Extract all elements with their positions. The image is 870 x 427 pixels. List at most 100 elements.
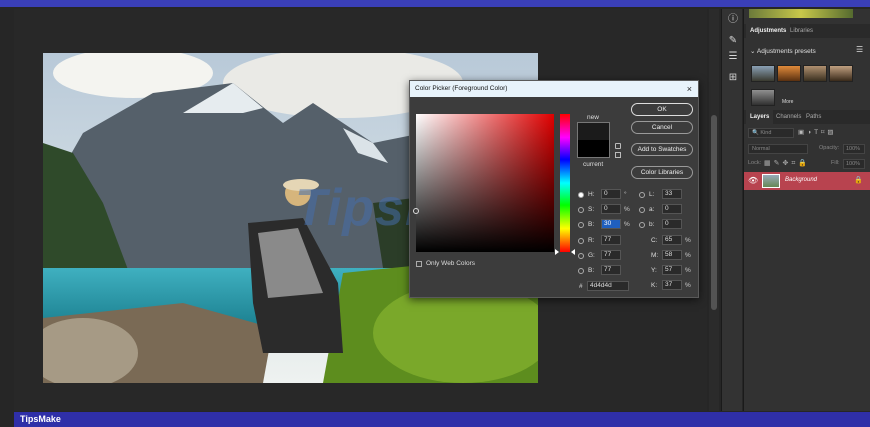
a-input[interactable]: 0: [662, 204, 682, 214]
magenta-unit: %: [685, 252, 691, 259]
radio-red[interactable]: [578, 238, 584, 244]
cyan-input[interactable]: 65: [662, 235, 682, 245]
cyan-unit: %: [685, 237, 691, 244]
tab-layers[interactable]: Layers: [746, 110, 774, 124]
new-label: new: [587, 114, 599, 121]
only-web-colors-label: Only Web Colors: [426, 260, 476, 267]
radio-a[interactable]: [639, 207, 645, 213]
magenta-label: M:: [651, 252, 659, 259]
yellow-label: Y:: [651, 267, 657, 274]
dialog-titlebar: Color Picker (Foreground Color) ×: [410, 81, 698, 97]
blue-input[interactable]: 77: [601, 265, 621, 275]
top-thumbnail: [749, 9, 853, 18]
red-label: R:: [588, 237, 595, 244]
lock-label: Lock:: [748, 160, 762, 166]
visibility-eye-icon[interactable]: 👁: [748, 176, 758, 185]
color-field[interactable]: [413, 114, 554, 252]
b-lab-label: b:: [649, 221, 655, 228]
opacity-field[interactable]: 100%: [843, 144, 865, 154]
close-icon[interactable]: ×: [687, 81, 692, 97]
brightness-input[interactable]: 30: [601, 219, 621, 229]
black-unit: %: [685, 282, 691, 289]
green-label: G:: [588, 252, 595, 259]
radio-saturation[interactable]: [578, 207, 584, 213]
saturation-input[interactable]: 0: [601, 204, 621, 214]
black-input[interactable]: 37: [662, 280, 682, 290]
preset-thumb-1[interactable]: [751, 65, 775, 82]
only-web-colors-checkbox[interactable]: [416, 261, 422, 267]
web-safe-icon[interactable]: [615, 152, 621, 158]
lightness-input[interactable]: 33: [662, 189, 682, 199]
brightness-unit: %: [624, 221, 630, 228]
dialog-title: Color Picker (Foreground Color): [415, 85, 508, 92]
hue-label: H:: [588, 191, 595, 198]
saturation-unit: %: [624, 206, 630, 213]
magenta-input[interactable]: 58: [662, 250, 682, 260]
hue-input[interactable]: 0: [601, 189, 621, 199]
presets-heading-label: Adjustments presets: [756, 48, 816, 55]
ok-button[interactable]: OK: [631, 103, 693, 116]
layer-row-background[interactable]: 👁 Background 🔒: [744, 172, 870, 190]
a-label: a:: [649, 206, 655, 213]
list-view-icon[interactable]: ☰: [856, 45, 863, 54]
preset-thumb-2[interactable]: [777, 65, 801, 82]
lightness-label: L:: [649, 191, 655, 198]
hue-slider-handle-left[interactable]: [555, 249, 559, 255]
radio-b-lab[interactable]: [639, 222, 645, 228]
b-lab-input[interactable]: 0: [662, 219, 682, 229]
radio-brightness[interactable]: [578, 222, 584, 228]
new-color-swatch: [577, 122, 610, 140]
hue-slider[interactable]: [560, 114, 570, 252]
color-picker-dialog: Color Picker (Foreground Color) × new cu…: [409, 80, 699, 298]
hex-label: #: [579, 283, 583, 290]
tab-adjustments[interactable]: Adjustments: [746, 24, 791, 38]
hex-input[interactable]: 4d4d4d: [587, 281, 629, 291]
fill-label: Fill:: [831, 160, 840, 166]
tab-channels[interactable]: Channels: [772, 110, 805, 124]
color-field-marker[interactable]: [413, 208, 419, 214]
green-input[interactable]: 77: [601, 250, 621, 260]
tab-paths[interactable]: Paths: [802, 110, 825, 124]
tab-libraries[interactable]: Libraries: [786, 24, 817, 38]
add-to-swatches-button[interactable]: Add to Swatches: [631, 143, 693, 156]
top-accent-bar: [0, 0, 870, 7]
layer-filter-icons[interactable]: ▣◑T⌑▨: [798, 128, 837, 136]
preset-thumb-3[interactable]: [803, 65, 827, 82]
layer-name[interactable]: Background: [785, 177, 817, 183]
radio-blue[interactable]: [578, 268, 584, 274]
properties-icon[interactable]: ⊞: [726, 71, 740, 85]
preset-thumb-4[interactable]: [829, 65, 853, 82]
brush-settings-icon[interactable]: ✎: [726, 34, 740, 48]
right-panel: Adjustments Libraries ⌄ Adjustments pres…: [743, 9, 870, 411]
color-libraries-button[interactable]: Color Libraries: [631, 166, 693, 179]
radio-green[interactable]: [578, 253, 584, 259]
saturation-label: S:: [588, 206, 595, 213]
layer-filter-kind[interactable]: 🔍 Kind: [748, 128, 794, 138]
preset-thumb-5[interactable]: [751, 89, 775, 106]
footer-brand: TipsMake: [20, 414, 61, 424]
gamut-warning-icon[interactable]: [615, 143, 621, 149]
blue-label: B:: [588, 267, 595, 274]
black-label: K:: [651, 282, 658, 289]
layer-thumbnail: [762, 174, 780, 188]
scrollbar-thumb[interactable]: [711, 115, 717, 310]
radio-lightness[interactable]: [639, 192, 645, 198]
lock-icons[interactable]: ▦✎✥⌗🔒: [764, 159, 810, 168]
layers-tabs: Layers Channels Paths: [744, 110, 870, 124]
adjustments-sliders-icon[interactable]: ☰: [726, 50, 740, 64]
hue-slider-handle-right[interactable]: [571, 249, 575, 255]
more-presets-link[interactable]: More: [782, 99, 793, 105]
red-input[interactable]: 77: [601, 235, 621, 245]
info-icon[interactable]: ⓘ: [726, 13, 740, 27]
yellow-input[interactable]: 57: [662, 265, 682, 275]
presets-heading[interactable]: ⌄ Adjustments presets: [750, 47, 816, 55]
layer-lock-icon[interactable]: 🔒: [854, 176, 863, 184]
footer-bar: TipsMake: [14, 412, 870, 427]
blend-mode-select[interactable]: Normal: [748, 144, 808, 154]
fill-field[interactable]: 100%: [843, 159, 865, 169]
layer-filter-label: Kind: [760, 130, 772, 136]
radio-hue[interactable]: [578, 192, 584, 198]
cancel-button[interactable]: Cancel: [631, 121, 693, 134]
current-color-swatch[interactable]: [577, 140, 610, 158]
brightness-label: B:: [588, 221, 595, 228]
